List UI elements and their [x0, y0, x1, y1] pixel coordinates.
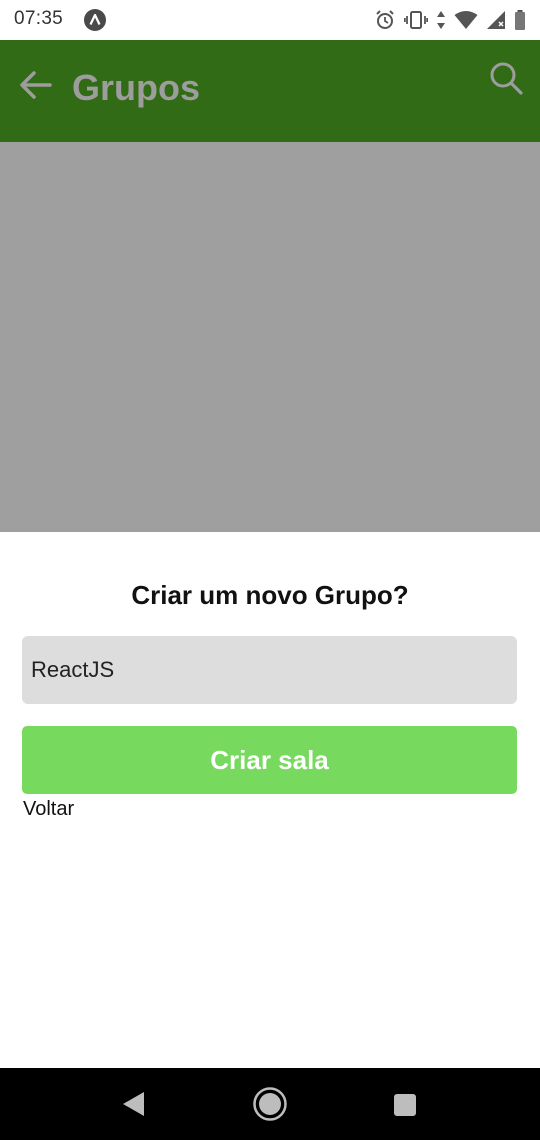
system-nav-bar: [0, 1068, 540, 1140]
alarm-icon: [374, 9, 396, 31]
status-icons: [374, 8, 526, 32]
back-button[interactable]: [14, 65, 58, 109]
back-link[interactable]: Voltar: [23, 798, 74, 821]
create-group-dialog: Criar um novo Grupo? Criar sala Voltar: [0, 532, 540, 1068]
app-notification-icon: [84, 9, 106, 31]
nav-recents-icon[interactable]: [393, 1093, 417, 1122]
vibrate-icon: [404, 9, 428, 31]
modal-backdrop[interactable]: [0, 142, 540, 532]
search-icon: [488, 60, 524, 101]
cell-signal-icon: [486, 10, 506, 30]
group-name-input[interactable]: [22, 636, 517, 704]
search-button[interactable]: [486, 60, 526, 100]
data-arrows-icon: [436, 9, 446, 31]
battery-icon: [514, 9, 526, 31]
nav-home-icon[interactable]: [252, 1086, 288, 1127]
status-time: 07:35: [14, 8, 64, 29]
page-title: Grupos: [72, 67, 201, 108]
nav-back-icon[interactable]: [120, 1090, 146, 1123]
create-room-button[interactable]: Criar sala: [22, 726, 517, 794]
wifi-icon: [454, 10, 478, 30]
app-bar: Grupos: [0, 40, 540, 142]
arrow-left-icon: [18, 69, 54, 106]
status-bar: 07:35: [0, 0, 540, 40]
dialog-title: Criar um novo Grupo?: [131, 580, 409, 610]
